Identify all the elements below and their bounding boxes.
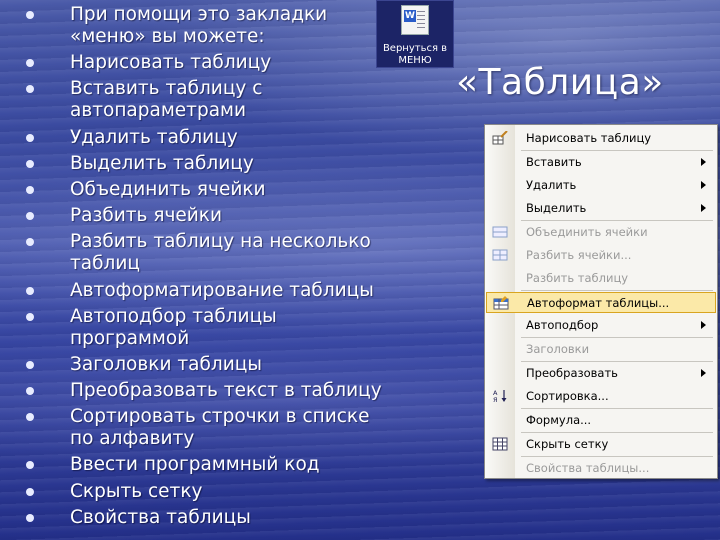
menu-separator — [521, 290, 713, 291]
bullet-icon — [26, 159, 34, 168]
list-item: Преобразовать текст в таблицу — [22, 380, 392, 402]
bullet-icon — [26, 312, 34, 321]
menu-item-autofit[interactable]: Автоподбор — [486, 315, 716, 336]
bullet-icon — [26, 11, 34, 19]
menu-item-table-properties[interactable]: Свойства таблицы... — [486, 458, 716, 479]
menu-separator — [521, 361, 713, 362]
submenu-arrow-icon — [701, 204, 706, 212]
svg-text:Я: Я — [493, 396, 498, 403]
menu-item-sort[interactable]: А Я Сортировка... — [486, 386, 716, 407]
menu-separator — [521, 220, 713, 221]
split-cells-icon — [492, 249, 508, 261]
menu-separator — [521, 337, 713, 338]
submenu-arrow-icon — [701, 321, 706, 329]
pencil-table-icon — [492, 131, 508, 145]
feature-list: При помощи это закладки «меню» вы можете… — [22, 4, 392, 533]
menu-item-delete[interactable]: Удалить — [486, 175, 716, 196]
list-item: Автоподбор таблицы программой — [22, 306, 392, 350]
menu-item-insert[interactable]: Вставить — [486, 152, 716, 173]
list-item: Удалить таблицу — [22, 127, 392, 149]
list-item: Свойства таблицы — [22, 507, 392, 529]
list-item: Скрыть сетку — [22, 481, 392, 503]
menu-item-split-cells[interactable]: Разбить ячейки... — [486, 245, 716, 266]
menu-item-convert[interactable]: Преобразовать — [486, 363, 716, 384]
list-item: Нарисовать таблицу — [22, 52, 392, 74]
bullet-icon — [26, 360, 34, 369]
word-document-icon: W — [401, 5, 429, 35]
menu-item-draw-table[interactable]: Нарисовать таблицу — [486, 128, 716, 149]
autoformat-icon — [493, 296, 509, 310]
list-item: Ввести программный код — [22, 454, 392, 476]
bullet-icon — [26, 59, 34, 68]
bullet-icon — [26, 487, 34, 496]
submenu-arrow-icon — [701, 369, 706, 377]
menu-item-headings[interactable]: Заголовки — [486, 339, 716, 360]
list-item: Автоформатирование таблицы — [22, 280, 392, 302]
submenu-arrow-icon — [701, 181, 706, 189]
list-item: Выделить таблицу — [22, 153, 392, 175]
list-item: При помощи это закладки «меню» вы можете… — [22, 4, 392, 48]
bullet-icon — [26, 185, 34, 194]
menu-separator — [521, 456, 713, 457]
list-item: Разбить ячейки — [22, 205, 392, 227]
menu-item-autoformat[interactable]: Автоформат таблицы... — [486, 292, 716, 313]
list-item: Разбить таблицу на несколько таблиц — [22, 231, 392, 275]
bullet-icon — [26, 461, 34, 470]
bullet-icon — [26, 286, 34, 295]
menu-item-formula[interactable]: Формула... — [486, 410, 716, 431]
page-title: «Таблица» — [456, 62, 664, 103]
merge-cells-icon — [492, 226, 508, 238]
bullet-icon — [26, 413, 34, 422]
sort-az-icon: А Я — [493, 389, 507, 403]
menu-item-hide-gridlines[interactable]: Скрыть сетку — [486, 434, 716, 455]
bullet-icon — [26, 513, 34, 522]
menu-item-merge-cells[interactable]: Объединить ячейки — [486, 222, 716, 243]
list-item: Вставить таблицу с автопараметрами — [22, 78, 392, 122]
bullet-icon — [26, 85, 34, 94]
back-button-label: Вернуться в МЕНЮ — [382, 43, 448, 66]
list-item: Заголовки таблицы — [22, 354, 392, 376]
bullet-icon — [26, 212, 34, 221]
menu-item-split-table[interactable]: Разбить таблицу — [486, 268, 716, 289]
list-item: Объединить ячейки — [22, 179, 392, 201]
list-item: Сортировать строчки в списке по алфавиту — [22, 406, 392, 450]
menu-separator — [521, 432, 713, 433]
menu-item-select[interactable]: Выделить — [486, 198, 716, 219]
menu-separator — [521, 150, 713, 151]
menu-separator — [521, 408, 713, 409]
submenu-arrow-icon — [701, 158, 706, 166]
grid-icon — [492, 437, 508, 451]
bullet-icon — [26, 387, 34, 396]
bullet-icon — [26, 133, 34, 142]
bullet-icon — [26, 238, 34, 247]
back-to-menu-button[interactable]: W Вернуться в МЕНЮ — [376, 0, 454, 68]
table-menu: Нарисовать таблицу Вставить Удалить Выде… — [484, 124, 718, 479]
